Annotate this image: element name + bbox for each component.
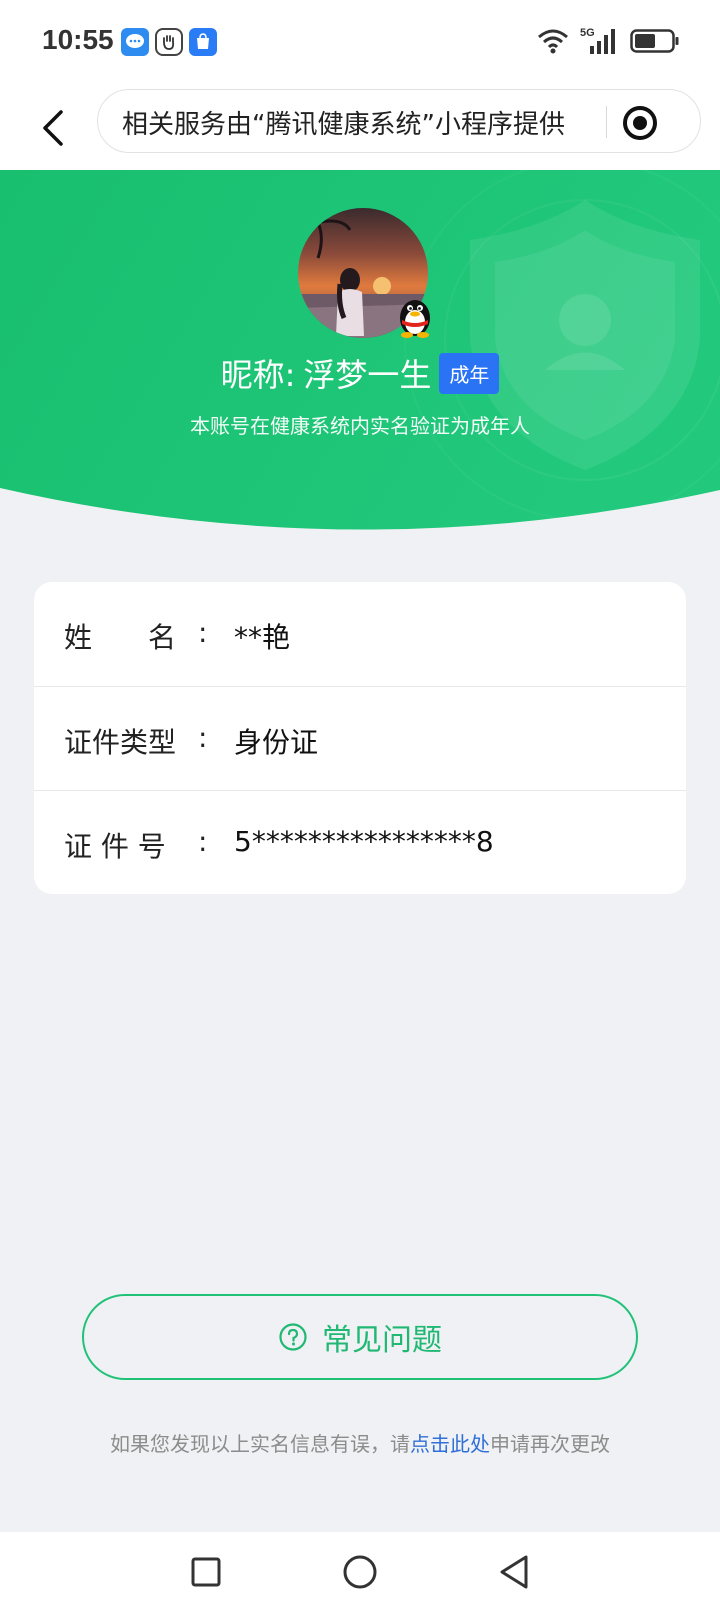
status-indicators: 5G xyxy=(536,26,680,56)
id-type-colon: : xyxy=(198,721,208,754)
status-time: 10:55 xyxy=(42,24,114,55)
url-bar[interactable]: 相关服务由“腾讯健康系统”小程序提供 xyxy=(97,89,701,153)
id-number-row: 证 件 号 : 5****************8 xyxy=(34,790,686,894)
profile-hero: 昵称: 浮梦一生 成年 本账号在健康系统内实名验证为成年人 xyxy=(0,170,720,540)
footer-note: 如果您发现以上实名信息有误，请点击此处申请再次更改 xyxy=(0,1428,720,1457)
back-arrow-icon xyxy=(43,110,63,146)
name-value: **艳 xyxy=(234,621,291,654)
id-type-row: 证件类型 : 身份证 xyxy=(34,686,686,790)
qq-penguin-icon xyxy=(396,294,434,338)
status-bar: 10:55 5G xyxy=(0,0,720,84)
faq-label: 常见问题 xyxy=(322,1323,442,1358)
circle-icon xyxy=(343,1555,377,1589)
nickname-value: 浮梦一生 xyxy=(303,356,432,394)
signal-icon: 5G xyxy=(580,27,615,54)
id-number-colon: : xyxy=(198,825,208,858)
system-nav-bar xyxy=(0,1532,720,1610)
svg-text:5G: 5G xyxy=(580,27,595,39)
recent-apps-button[interactable] xyxy=(186,1552,226,1592)
footer-prefix: 如果您发现以上实名信息有误，请 xyxy=(110,1432,410,1456)
nickname-label: 昵称: xyxy=(220,356,296,394)
age-badge: 成年 xyxy=(439,352,500,394)
home-button[interactable] xyxy=(340,1552,380,1592)
hand-app-icon xyxy=(155,28,183,56)
target-icon xyxy=(623,106,657,140)
verify-note: 本账号在健康系统内实名验证为成年人 xyxy=(190,414,530,438)
faq-button[interactable]: 常见问题 xyxy=(82,1294,638,1380)
name-row: 姓 名 : **艳 xyxy=(34,582,686,686)
id-type-value: 身份证 xyxy=(234,726,319,759)
id-type-label: 证件类型 xyxy=(64,726,177,759)
id-number-label: 证 件 号 xyxy=(64,830,166,863)
modify-link[interactable]: 点击此处 xyxy=(410,1432,490,1456)
question-circle-icon xyxy=(279,1323,307,1351)
message-app-icon xyxy=(121,28,149,56)
nav-bar: 相关服务由“腾讯健康系统”小程序提供 xyxy=(0,84,720,170)
target-button[interactable] xyxy=(620,103,660,143)
system-back-button[interactable] xyxy=(494,1552,534,1592)
store-app-icon xyxy=(189,28,217,56)
square-icon xyxy=(191,1557,221,1587)
url-divider xyxy=(606,106,607,138)
back-button[interactable] xyxy=(22,98,82,158)
url-text: 相关服务由“腾讯健康系统”小程序提供 xyxy=(122,110,565,140)
name-label: 姓 名 xyxy=(64,621,177,654)
id-number-value: 5****************8 xyxy=(234,825,494,858)
nickname-row: 昵称: 浮梦一生 成年 xyxy=(0,350,720,396)
triangle-back-icon xyxy=(500,1555,528,1589)
wifi-icon xyxy=(538,29,568,54)
identity-card: 姓 名 : **艳 证件类型 : 身份证 证 件 号 : 5**********… xyxy=(34,582,686,894)
name-colon: : xyxy=(198,616,208,649)
battery-icon xyxy=(630,29,679,53)
footer-suffix: 申请再次更改 xyxy=(490,1432,610,1456)
